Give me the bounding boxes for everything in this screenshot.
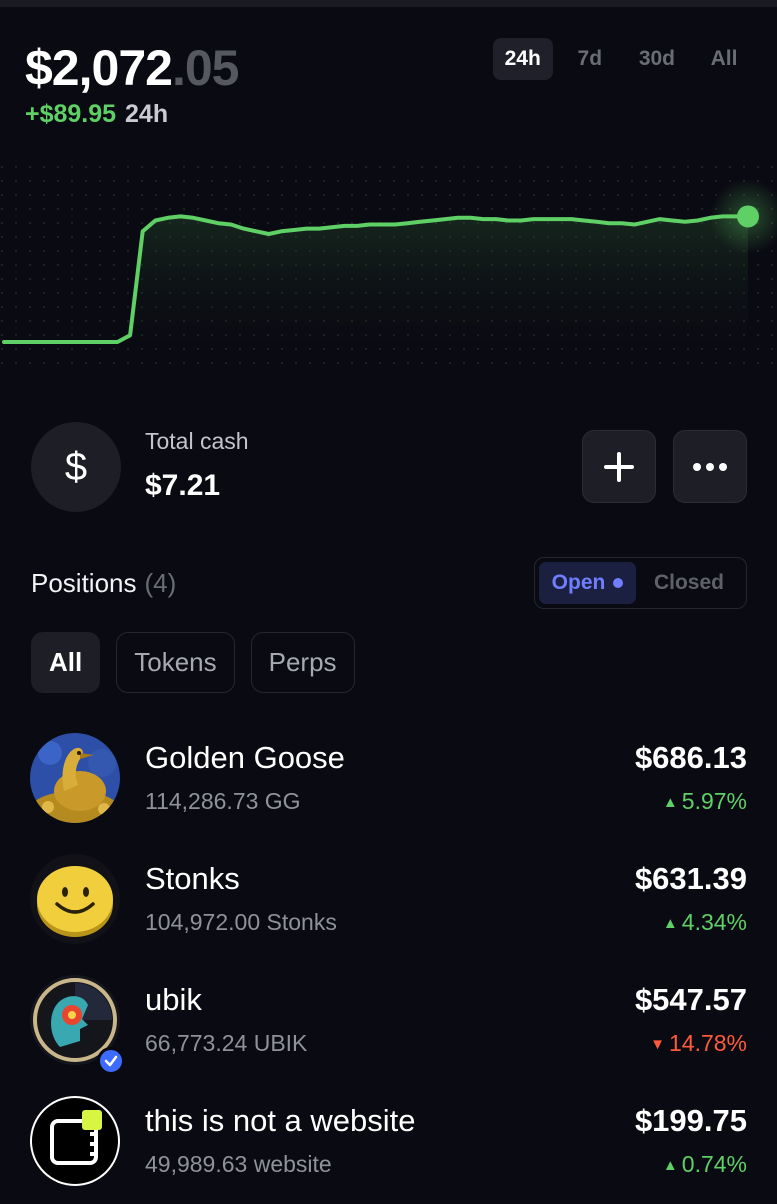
positions-count: (4) (144, 568, 177, 598)
range-24h[interactable]: 24h (492, 38, 553, 80)
closed-tab[interactable]: Closed (636, 571, 742, 595)
position-value: $631.39 (634, 861, 747, 896)
position-change-value: 0.74% (681, 1151, 747, 1177)
positions-heading: Positions (4) (31, 568, 176, 599)
total-cash-label: Total cash (145, 428, 249, 454)
position-quantity: 49,989.63 website (145, 1151, 332, 1177)
position-value: $686.13 (634, 740, 747, 775)
balance-main: $2,072 (25, 40, 173, 96)
filter-tokens[interactable]: Tokens (116, 632, 235, 693)
position-row[interactable]: Golden Goose 114,286.73 GG $686.13 ▲ 5.97… (0, 720, 777, 841)
positions-list: Golden Goose 114,286.73 GG $686.13 ▲ 5.97… (0, 720, 777, 1204)
open-closed-toggle: Open Closed (534, 557, 747, 609)
portfolio-chart[interactable] (0, 165, 777, 375)
position-change: ▼ 14.78% (650, 1030, 747, 1057)
filter-perps[interactable]: Perps (250, 632, 355, 693)
triangle-down-icon: ▼ (650, 1036, 665, 1053)
status-strip (0, 0, 777, 7)
more-options-button[interactable] (673, 430, 747, 503)
position-quantity: 114,286.73 GG (145, 788, 301, 814)
open-tab[interactable]: Open (539, 562, 636, 604)
position-value: $547.57 (634, 982, 747, 1017)
website-token-icon (30, 1096, 120, 1186)
position-row[interactable]: this is not a website 49,989.63 website … (0, 1083, 777, 1204)
verified-badge-icon (97, 1047, 125, 1075)
open-tab-label: Open (551, 571, 606, 594)
portfolio-header: $2,072.05 +$89.95 24h (25, 38, 240, 129)
range-all[interactable]: All (695, 38, 753, 80)
portfolio-change: +$89.95 24h (25, 100, 238, 129)
triangle-up-icon: ▲ (662, 915, 678, 932)
change-period: 24h (125, 100, 169, 128)
position-change: ▲ 0.74% (663, 1151, 747, 1178)
position-change-value: 5.97% (681, 788, 747, 814)
time-range-selector: 24h 7d 30d All (492, 38, 753, 80)
range-7d[interactable]: 7d (561, 38, 619, 80)
position-quantity: 66,773.24 UBIK (145, 1030, 308, 1056)
position-filters: All Tokens Perps (31, 632, 355, 693)
position-change-value: 4.34% (681, 909, 747, 935)
position-name: Stonks (145, 861, 240, 896)
plus-icon (604, 451, 634, 482)
position-row[interactable]: ubik 66,773.24 UBIK $547.57 ▼ 14.78% (0, 962, 777, 1083)
position-change: ▲ 4.34% (663, 909, 747, 936)
open-indicator-dot (613, 578, 624, 588)
positions-title: Positions (31, 568, 137, 598)
add-cash-button[interactable] (582, 430, 656, 503)
triangle-up-icon: ▲ (662, 794, 678, 811)
portfolio-balance: $2,072.05 (25, 38, 240, 98)
position-name: ubik (145, 982, 202, 1017)
position-change: ▲ 5.97% (663, 788, 747, 815)
range-30d[interactable]: 30d (627, 38, 687, 80)
position-row[interactable]: Stonks 104,972.00 Stonks $631.39 ▲ 4.34% (0, 841, 777, 962)
position-value: $199.75 (634, 1103, 747, 1138)
position-quantity: 104,972.00 Stonks (145, 909, 337, 935)
dollar-icon: $ (31, 422, 121, 512)
golden-goose-token-icon (30, 733, 120, 823)
filter-all[interactable]: All (31, 632, 101, 693)
balance-cents: .05 (171, 40, 240, 96)
smiley-coin-icon (30, 854, 120, 944)
chart-endpoint-dot (737, 205, 759, 228)
change-value: +$89.95 (25, 100, 117, 128)
more-icon (693, 462, 727, 471)
total-cash-value: $7.21 (145, 469, 221, 502)
position-name: Golden Goose (145, 740, 345, 775)
position-change-value: 14.78% (668, 1030, 747, 1056)
position-name: this is not a website (145, 1103, 416, 1138)
triangle-up-icon: ▲ (662, 1157, 678, 1174)
